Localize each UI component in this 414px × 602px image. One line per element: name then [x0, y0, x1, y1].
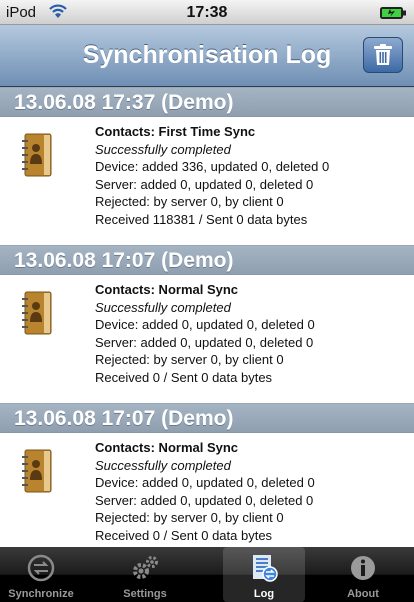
log-entry-status: Successfully completed — [95, 141, 231, 157]
battery-icon — [380, 6, 406, 19]
info-icon — [351, 556, 375, 580]
log-entry-rejected: Rejected: by server 0, by client 0 — [95, 352, 284, 367]
navigation-bar: Synchronisation Log — [0, 25, 414, 87]
tab-label: Synchronize — [8, 588, 74, 600]
tab-bar: Synchronize Settings Log About — [0, 547, 414, 602]
log-icon — [253, 555, 278, 582]
sync-icon — [27, 554, 55, 582]
tab-label: Settings — [123, 588, 167, 600]
log-entry-server: Server: added 0, updated 0, deleted 0 — [95, 334, 314, 350]
tab-settings[interactable]: Settings — [104, 547, 186, 602]
status-bar: iPod 17:38 — [0, 0, 414, 25]
page-title: Synchronisation Log — [82, 41, 332, 69]
log-entry-status: Successfully completed — [95, 299, 231, 315]
gears-icon — [133, 556, 158, 579]
log-entry-details: Contacts: First Time Sync Successfully c… — [95, 123, 329, 228]
log-entry-rejected: Rejected: by server 0, by client 0 — [95, 194, 284, 209]
sync-log-list[interactable]: 13.06.08 17:37 (Demo) Contacts: First Ti… — [0, 87, 414, 547]
log-entry-title: Contacts: Normal Sync — [95, 282, 239, 297]
log-section-header: 13.06.08 17:07 (Demo) — [0, 245, 414, 275]
log-entry-status: Successfully completed — [95, 457, 231, 473]
tab-log[interactable]: Log — [223, 547, 305, 602]
log-entry-rejected: Rejected: by server 0, by client 0 — [95, 510, 284, 525]
log-entry-title: Contacts: First Time Sync — [95, 124, 256, 139]
address-book-icon — [22, 291, 52, 335]
address-book-icon — [22, 133, 52, 177]
log-entry-device: Device: added 336, updated 0, deleted 0 — [95, 159, 330, 174]
tab-label: Log — [253, 588, 275, 600]
log-section-header: 13.06.08 17:07 (Demo) — [0, 403, 414, 433]
log-entry-server: Server: added 0, updated 0, deleted 0 — [95, 492, 314, 508]
delete-log-button[interactable] — [363, 37, 403, 73]
trash-icon — [374, 44, 392, 65]
status-time: 17:38 — [186, 4, 228, 21]
log-entry-details: Contacts: Normal Sync Successfully compl… — [95, 281, 315, 386]
log-entry-title: Contacts: Normal Sync — [95, 440, 239, 455]
log-entry-data: Received 0 / Sent 0 data bytes — [95, 527, 273, 543]
log-entry[interactable]: Contacts: First Time Sync Successfully c… — [0, 117, 414, 245]
log-entry-server: Server: added 0, updated 0, deleted 0 — [95, 176, 314, 192]
log-entry[interactable]: Contacts: Normal Sync Successfully compl… — [0, 275, 414, 403]
tab-label: About — [347, 588, 379, 600]
log-section-header: 13.06.08 17:37 (Demo) — [0, 87, 414, 117]
tab-about[interactable]: About — [322, 547, 404, 602]
log-entry-data: Received 0 / Sent 0 data bytes — [95, 369, 273, 385]
log-entry[interactable]: Contacts: Normal Sync Successfully compl… — [0, 433, 414, 547]
address-book-icon — [22, 449, 52, 493]
log-entry-details: Contacts: Normal Sync Successfully compl… — [95, 439, 315, 544]
log-entry-data: Received 118381 / Sent 0 data bytes — [95, 211, 308, 227]
tab-synchronize[interactable]: Synchronize — [0, 547, 82, 602]
log-entry-device: Device: added 0, updated 0, deleted 0 — [95, 317, 315, 332]
log-entry-device: Device: added 0, updated 0, deleted 0 — [95, 475, 315, 490]
